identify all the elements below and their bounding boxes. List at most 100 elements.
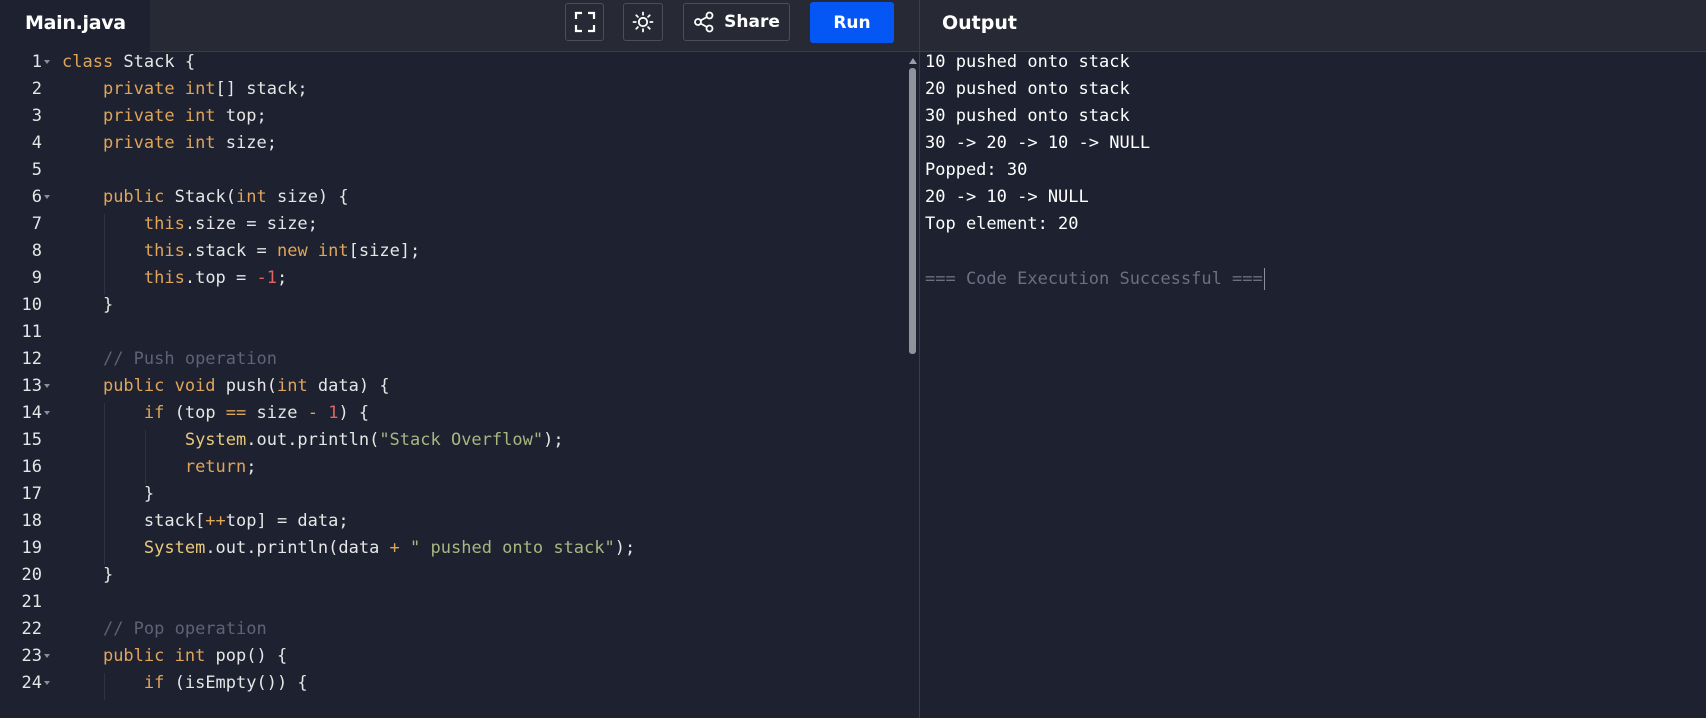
- code-line[interactable]: 11: [0, 322, 905, 349]
- theme-toggle-button[interactable]: [623, 3, 663, 41]
- code-token: public int: [102, 646, 206, 666]
- code-token: }: [62, 484, 155, 504]
- fold-arrow-icon[interactable]: [44, 195, 50, 199]
- code-token: .out.println(data: [205, 538, 390, 558]
- line-number: 13: [21, 376, 42, 396]
- output-line: 20 -> 10 -> NULL: [925, 187, 1089, 214]
- code-token: int: [276, 376, 308, 396]
- code-line[interactable]: 18 stack[++top] = data;: [0, 511, 905, 538]
- code-editor[interactable]: 1 class Stack { 2 private int[] stack; 3 pr…: [0, 52, 919, 718]
- code-token: data) {: [307, 376, 390, 396]
- code-text: public int pop() {: [62, 646, 287, 666]
- file-tab-main-java[interactable]: Main.java: [0, 0, 150, 52]
- code-line[interactable]: 2 private int[] stack;: [0, 79, 905, 106]
- code-token: size;: [215, 133, 277, 153]
- code-text: this.stack = new int[size];: [62, 241, 420, 261]
- output-line: 30 -> 20 -> 10 -> NULL: [925, 133, 1150, 160]
- code-line[interactable]: 14 if (top == size - 1) {: [0, 403, 905, 430]
- line-number: 21: [21, 592, 42, 612]
- code-token: }: [62, 565, 114, 585]
- line-number: 10: [21, 295, 42, 315]
- output-line: Popped: 30: [925, 160, 1027, 187]
- code-line[interactable]: 5: [0, 160, 905, 187]
- fullscreen-button[interactable]: [565, 3, 604, 41]
- code-text: private int top;: [62, 106, 267, 126]
- code-text: class Stack {: [62, 52, 195, 72]
- code-line[interactable]: 10 }: [0, 295, 905, 322]
- line-number: 6: [31, 187, 42, 207]
- output-text: 20 pushed onto stack: [925, 79, 1130, 99]
- code-line[interactable]: 17 }: [0, 484, 905, 511]
- code-token: .size = size;: [184, 214, 318, 234]
- code-text: return;: [62, 457, 257, 477]
- code-line[interactable]: 1 class Stack {: [0, 52, 905, 79]
- code-token: );: [543, 430, 564, 450]
- code-line[interactable]: 24 if (isEmpty()) {: [0, 673, 905, 700]
- output-line: 10 pushed onto stack: [925, 52, 1130, 79]
- fullscreen-icon: [574, 11, 595, 33]
- code-line[interactable]: 19 System.out.println(data + " pushed on…: [0, 538, 905, 565]
- code-line[interactable]: 13 public void push(int data) {: [0, 376, 905, 403]
- line-number: 1: [31, 52, 42, 72]
- code-line[interactable]: 16 return;: [0, 457, 905, 484]
- line-number: 14: [21, 403, 42, 423]
- code-text: System.out.println("Stack Overflow");: [62, 430, 564, 450]
- run-button[interactable]: Run: [810, 2, 894, 43]
- code-line[interactable]: 15 System.out.println("Stack Overflow");: [0, 430, 905, 457]
- code-line[interactable]: 20 }: [0, 565, 905, 592]
- code-token: public void: [102, 376, 216, 396]
- code-text: }: [62, 484, 154, 504]
- code-token: .out.println(: [246, 430, 380, 450]
- code-line[interactable]: 22 // Pop operation: [0, 619, 905, 646]
- fold-arrow-icon[interactable]: [44, 60, 50, 64]
- code-line[interactable]: 21: [0, 592, 905, 619]
- fold-arrow-icon[interactable]: [44, 654, 50, 658]
- code-token: ) {: [338, 403, 370, 423]
- code-line[interactable]: 7 this.size = size;: [0, 214, 905, 241]
- execution-status: === Code Execution Successful ===: [925, 268, 1265, 295]
- code-line[interactable]: 9 this.top = -1;: [0, 268, 905, 295]
- code-token: .top =: [184, 268, 257, 288]
- fold-arrow-icon[interactable]: [44, 411, 50, 415]
- code-line[interactable]: 4 private int size;: [0, 133, 905, 160]
- code-line[interactable]: 12 // Push operation: [0, 349, 905, 376]
- line-number: 9: [31, 268, 42, 288]
- scroll-up-arrow-icon[interactable]: [909, 58, 917, 64]
- code-line[interactable]: 23 public int pop() {: [0, 646, 905, 673]
- line-number: 17: [21, 484, 42, 504]
- code-token: this: [143, 268, 185, 288]
- line-number: 12: [21, 349, 42, 369]
- scrollbar-thumb[interactable]: [909, 68, 916, 354]
- fold-arrow-icon[interactable]: [44, 384, 50, 388]
- code-token: // Pop operation: [102, 619, 267, 639]
- code-text: stack[++top] = data;: [62, 511, 349, 531]
- top-bar: Main.java Share Run Output: [0, 0, 1706, 52]
- code-token: return: [184, 457, 247, 477]
- line-number: 15: [21, 430, 42, 450]
- line-number: 23: [21, 646, 42, 666]
- code-line[interactable]: 8 this.stack = new int[size];: [0, 241, 905, 268]
- code-token: [size];: [348, 241, 421, 261]
- code-token: Stack(: [164, 187, 237, 207]
- code-token: size) {: [266, 187, 349, 207]
- code-token: ++: [205, 511, 226, 531]
- code-text: this.size = size;: [62, 214, 318, 234]
- code-text: if (isEmpty()) {: [62, 673, 308, 693]
- code-token: private int: [102, 79, 216, 99]
- code-line[interactable]: 6 public Stack(int size) {: [0, 187, 905, 214]
- code-text: private int size;: [62, 133, 277, 153]
- code-text: public void push(int data) {: [62, 376, 390, 396]
- share-icon: [694, 11, 714, 33]
- code-token: this: [143, 241, 185, 261]
- fold-arrow-icon[interactable]: [44, 681, 50, 685]
- code-line[interactable]: 3 private int top;: [0, 106, 905, 133]
- line-number: 18: [21, 511, 42, 531]
- code-text: // Pop operation: [62, 619, 267, 639]
- code-token: private int: [102, 133, 216, 153]
- share-button[interactable]: Share: [683, 3, 790, 41]
